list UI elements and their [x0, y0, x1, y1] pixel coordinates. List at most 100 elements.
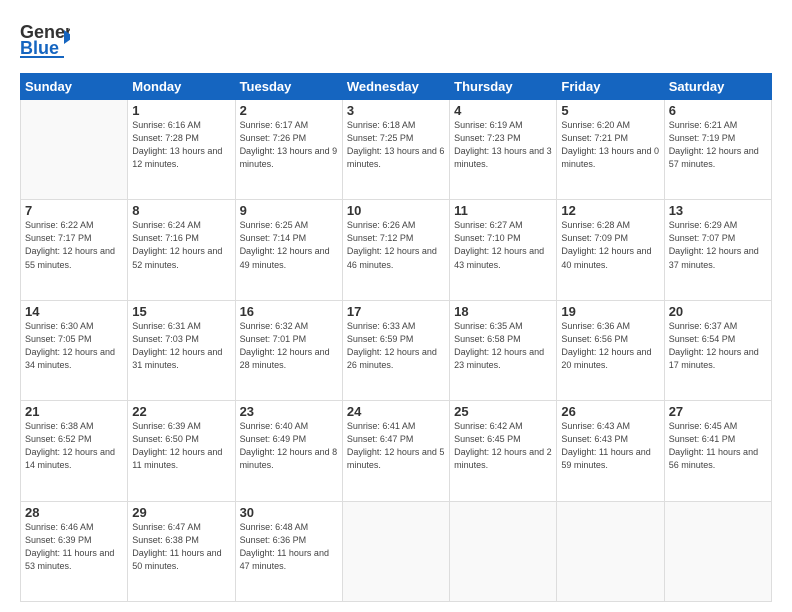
day-number: 17	[347, 304, 445, 319]
calendar-cell: 10Sunrise: 6:26 AMSunset: 7:12 PMDayligh…	[342, 200, 449, 300]
day-number: 16	[240, 304, 338, 319]
calendar-cell	[557, 501, 664, 601]
week-row-5: 28Sunrise: 6:46 AMSunset: 6:39 PMDayligh…	[21, 501, 772, 601]
calendar-cell: 17Sunrise: 6:33 AMSunset: 6:59 PMDayligh…	[342, 300, 449, 400]
calendar-cell: 28Sunrise: 6:46 AMSunset: 6:39 PMDayligh…	[21, 501, 128, 601]
day-number: 27	[669, 404, 767, 419]
weekday-header-monday: Monday	[128, 74, 235, 100]
day-number: 15	[132, 304, 230, 319]
day-info: Sunrise: 6:25 AMSunset: 7:14 PMDaylight:…	[240, 219, 338, 271]
logo: General Blue	[20, 18, 74, 65]
calendar-cell: 30Sunrise: 6:48 AMSunset: 6:36 PMDayligh…	[235, 501, 342, 601]
day-info: Sunrise: 6:27 AMSunset: 7:10 PMDaylight:…	[454, 219, 552, 271]
day-info: Sunrise: 6:18 AMSunset: 7:25 PMDaylight:…	[347, 119, 445, 171]
calendar-cell: 8Sunrise: 6:24 AMSunset: 7:16 PMDaylight…	[128, 200, 235, 300]
weekday-header-wednesday: Wednesday	[342, 74, 449, 100]
day-info: Sunrise: 6:42 AMSunset: 6:45 PMDaylight:…	[454, 420, 552, 472]
day-number: 6	[669, 103, 767, 118]
calendar-cell: 13Sunrise: 6:29 AMSunset: 7:07 PMDayligh…	[664, 200, 771, 300]
day-info: Sunrise: 6:31 AMSunset: 7:03 PMDaylight:…	[132, 320, 230, 372]
day-info: Sunrise: 6:39 AMSunset: 6:50 PMDaylight:…	[132, 420, 230, 472]
day-number: 10	[347, 203, 445, 218]
weekday-header-thursday: Thursday	[450, 74, 557, 100]
day-number: 22	[132, 404, 230, 419]
calendar-cell: 18Sunrise: 6:35 AMSunset: 6:58 PMDayligh…	[450, 300, 557, 400]
day-info: Sunrise: 6:28 AMSunset: 7:09 PMDaylight:…	[561, 219, 659, 271]
calendar-cell: 1Sunrise: 6:16 AMSunset: 7:28 PMDaylight…	[128, 100, 235, 200]
day-number: 7	[25, 203, 123, 218]
day-info: Sunrise: 6:38 AMSunset: 6:52 PMDaylight:…	[25, 420, 123, 472]
logo-icon: General Blue	[20, 18, 70, 65]
calendar-cell: 23Sunrise: 6:40 AMSunset: 6:49 PMDayligh…	[235, 401, 342, 501]
calendar-cell: 15Sunrise: 6:31 AMSunset: 7:03 PMDayligh…	[128, 300, 235, 400]
day-info: Sunrise: 6:41 AMSunset: 6:47 PMDaylight:…	[347, 420, 445, 472]
calendar-cell	[450, 501, 557, 601]
weekday-header-tuesday: Tuesday	[235, 74, 342, 100]
day-info: Sunrise: 6:46 AMSunset: 6:39 PMDaylight:…	[25, 521, 123, 573]
day-number: 4	[454, 103, 552, 118]
day-info: Sunrise: 6:37 AMSunset: 6:54 PMDaylight:…	[669, 320, 767, 372]
day-info: Sunrise: 6:40 AMSunset: 6:49 PMDaylight:…	[240, 420, 338, 472]
weekday-header-row: SundayMondayTuesdayWednesdayThursdayFrid…	[21, 74, 772, 100]
day-info: Sunrise: 6:45 AMSunset: 6:41 PMDaylight:…	[669, 420, 767, 472]
week-row-3: 14Sunrise: 6:30 AMSunset: 7:05 PMDayligh…	[21, 300, 772, 400]
day-info: Sunrise: 6:36 AMSunset: 6:56 PMDaylight:…	[561, 320, 659, 372]
calendar-cell: 22Sunrise: 6:39 AMSunset: 6:50 PMDayligh…	[128, 401, 235, 501]
calendar-cell: 12Sunrise: 6:28 AMSunset: 7:09 PMDayligh…	[557, 200, 664, 300]
day-number: 13	[669, 203, 767, 218]
day-number: 11	[454, 203, 552, 218]
day-number: 14	[25, 304, 123, 319]
day-info: Sunrise: 6:22 AMSunset: 7:17 PMDaylight:…	[25, 219, 123, 271]
calendar-cell: 5Sunrise: 6:20 AMSunset: 7:21 PMDaylight…	[557, 100, 664, 200]
day-info: Sunrise: 6:47 AMSunset: 6:38 PMDaylight:…	[132, 521, 230, 573]
day-number: 8	[132, 203, 230, 218]
day-number: 2	[240, 103, 338, 118]
calendar-cell: 4Sunrise: 6:19 AMSunset: 7:23 PMDaylight…	[450, 100, 557, 200]
calendar-cell: 6Sunrise: 6:21 AMSunset: 7:19 PMDaylight…	[664, 100, 771, 200]
calendar-table: SundayMondayTuesdayWednesdayThursdayFrid…	[20, 73, 772, 602]
day-info: Sunrise: 6:21 AMSunset: 7:19 PMDaylight:…	[669, 119, 767, 171]
day-number: 21	[25, 404, 123, 419]
day-number: 26	[561, 404, 659, 419]
calendar-cell: 3Sunrise: 6:18 AMSunset: 7:25 PMDaylight…	[342, 100, 449, 200]
day-number: 18	[454, 304, 552, 319]
day-info: Sunrise: 6:19 AMSunset: 7:23 PMDaylight:…	[454, 119, 552, 171]
day-number: 19	[561, 304, 659, 319]
day-info: Sunrise: 6:48 AMSunset: 6:36 PMDaylight:…	[240, 521, 338, 573]
calendar-cell: 7Sunrise: 6:22 AMSunset: 7:17 PMDaylight…	[21, 200, 128, 300]
calendar-cell: 29Sunrise: 6:47 AMSunset: 6:38 PMDayligh…	[128, 501, 235, 601]
weekday-header-sunday: Sunday	[21, 74, 128, 100]
day-number: 3	[347, 103, 445, 118]
calendar-cell	[664, 501, 771, 601]
week-row-2: 7Sunrise: 6:22 AMSunset: 7:17 PMDaylight…	[21, 200, 772, 300]
day-info: Sunrise: 6:33 AMSunset: 6:59 PMDaylight:…	[347, 320, 445, 372]
day-number: 24	[347, 404, 445, 419]
day-info: Sunrise: 6:32 AMSunset: 7:01 PMDaylight:…	[240, 320, 338, 372]
day-info: Sunrise: 6:24 AMSunset: 7:16 PMDaylight:…	[132, 219, 230, 271]
day-number: 20	[669, 304, 767, 319]
day-number: 23	[240, 404, 338, 419]
calendar-cell: 11Sunrise: 6:27 AMSunset: 7:10 PMDayligh…	[450, 200, 557, 300]
calendar-cell: 21Sunrise: 6:38 AMSunset: 6:52 PMDayligh…	[21, 401, 128, 501]
calendar-cell	[21, 100, 128, 200]
header: General Blue	[20, 18, 772, 65]
day-info: Sunrise: 6:26 AMSunset: 7:12 PMDaylight:…	[347, 219, 445, 271]
calendar-cell: 14Sunrise: 6:30 AMSunset: 7:05 PMDayligh…	[21, 300, 128, 400]
page: General Blue SundayMondayTuesdayWednesda…	[0, 0, 792, 612]
day-info: Sunrise: 6:20 AMSunset: 7:21 PMDaylight:…	[561, 119, 659, 171]
calendar-cell: 27Sunrise: 6:45 AMSunset: 6:41 PMDayligh…	[664, 401, 771, 501]
week-row-4: 21Sunrise: 6:38 AMSunset: 6:52 PMDayligh…	[21, 401, 772, 501]
weekday-header-saturday: Saturday	[664, 74, 771, 100]
weekday-header-friday: Friday	[557, 74, 664, 100]
day-info: Sunrise: 6:43 AMSunset: 6:43 PMDaylight:…	[561, 420, 659, 472]
day-number: 28	[25, 505, 123, 520]
day-number: 25	[454, 404, 552, 419]
day-number: 1	[132, 103, 230, 118]
calendar-cell: 19Sunrise: 6:36 AMSunset: 6:56 PMDayligh…	[557, 300, 664, 400]
calendar-cell: 16Sunrise: 6:32 AMSunset: 7:01 PMDayligh…	[235, 300, 342, 400]
day-number: 29	[132, 505, 230, 520]
day-info: Sunrise: 6:35 AMSunset: 6:58 PMDaylight:…	[454, 320, 552, 372]
day-info: Sunrise: 6:29 AMSunset: 7:07 PMDaylight:…	[669, 219, 767, 271]
svg-text:Blue: Blue	[20, 38, 59, 58]
day-info: Sunrise: 6:16 AMSunset: 7:28 PMDaylight:…	[132, 119, 230, 171]
